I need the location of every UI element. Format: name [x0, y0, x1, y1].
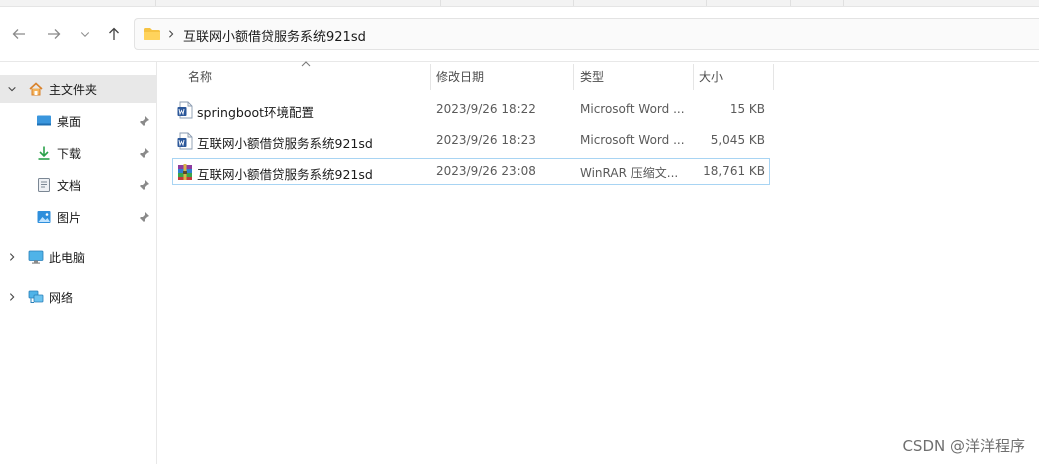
- sidebar-item-label: 文档: [57, 178, 82, 193]
- download-icon: [38, 146, 50, 160]
- sidebar-item-label: 图片: [57, 210, 82, 225]
- file-size: 18,761 KB: [703, 164, 765, 178]
- address-path-segment[interactable]: 互联网小额借贷服务系统921sd: [183, 26, 366, 45]
- pin-icon[interactable]: [138, 147, 150, 159]
- navigation-bar: 互联网小额借贷服务系统921sd: [0, 7, 1039, 62]
- file-size: 5,045 KB: [710, 133, 765, 147]
- recent-locations-button[interactable]: [75, 24, 95, 44]
- network-icon: [28, 290, 44, 303]
- home-icon: [29, 82, 43, 96]
- sidebar-item-downloads[interactable]: 下载: [0, 139, 156, 167]
- file-row[interactable]: 互联网小额借贷服务系统921sd 2023/9/26 23:08 WinRAR …: [172, 158, 770, 185]
- picture-icon: [37, 211, 51, 223]
- sidebar-item-label: 下载: [57, 146, 82, 161]
- chevron-right-icon[interactable]: [6, 291, 18, 303]
- sort-ascending-icon: [301, 61, 311, 67]
- file-row[interactable]: springboot环境配置 2023/9/26 18:22 Microsoft…: [172, 96, 770, 123]
- column-divider[interactable]: [573, 64, 574, 90]
- chevron-down-icon[interactable]: [6, 83, 18, 95]
- tab-separator: [440, 0, 441, 6]
- sidebar-item-pictures[interactable]: 图片: [0, 203, 156, 231]
- sidebar-item-this-pc[interactable]: 此电脑: [0, 243, 156, 271]
- sidebar-item-network[interactable]: 网络: [0, 283, 156, 311]
- tab-separator: [155, 0, 156, 6]
- up-button[interactable]: [104, 24, 124, 44]
- watermark: CSDN @洋洋程序: [902, 437, 1025, 455]
- arrow-left-icon: [12, 29, 25, 39]
- file-type: WinRAR 压缩文...: [580, 166, 679, 180]
- column-header-size[interactable]: 大小: [699, 62, 723, 90]
- file-name: 互联网小额借贷服务系统921sd: [197, 167, 373, 182]
- forward-button[interactable]: [44, 24, 64, 44]
- file-name: 互联网小额借贷服务系统921sd: [197, 136, 373, 151]
- column-divider[interactable]: [430, 64, 431, 90]
- chevron-right-icon[interactable]: [6, 251, 18, 263]
- navigation-pane: 主文件夹 桌面 下载 文档 图片 此电脑 网络: [0, 62, 157, 464]
- sidebar-item-label: 桌面: [57, 114, 82, 129]
- sidebar-item-home[interactable]: 主文件夹: [0, 75, 156, 103]
- file-type: Microsoft Word ...: [580, 102, 685, 116]
- word-document-icon: [177, 132, 193, 150]
- pin-icon[interactable]: [138, 211, 150, 223]
- tab-separator: [843, 0, 844, 6]
- arrow-right-icon: [48, 29, 61, 39]
- address-bar[interactable]: 互联网小额借贷服务系统921sd: [134, 18, 1039, 50]
- sidebar-item-label: 此电脑: [49, 250, 86, 265]
- sidebar-item-desktop[interactable]: 桌面: [0, 107, 156, 135]
- tab-strip: [0, 0, 1039, 7]
- tab-separator: [790, 0, 791, 6]
- file-date: 2023/9/26 18:22: [436, 102, 536, 116]
- word-document-icon: [177, 101, 193, 119]
- tab-separator: [706, 0, 707, 6]
- column-header-date[interactable]: 修改日期: [436, 62, 484, 90]
- column-header-type[interactable]: 类型: [580, 62, 604, 90]
- chevron-right-icon[interactable]: [167, 27, 177, 41]
- column-divider[interactable]: [693, 64, 694, 90]
- file-date: 2023/9/26 23:08: [436, 164, 536, 178]
- tab-separator: [573, 0, 574, 6]
- file-size: 15 KB: [729, 102, 765, 116]
- pin-icon[interactable]: [138, 179, 150, 191]
- file-row[interactable]: 互联网小额借贷服务系统921sd 2023/9/26 18:23 Microso…: [172, 127, 770, 154]
- document-icon: [38, 178, 50, 192]
- sidebar-item-documents[interactable]: 文档: [0, 171, 156, 199]
- chevron-down-icon: [80, 32, 90, 37]
- file-name: springboot环境配置: [197, 105, 315, 120]
- file-type: Microsoft Word ...: [580, 133, 685, 147]
- sidebar-item-label: 网络: [49, 290, 74, 305]
- arrow-up-icon: [109, 27, 119, 40]
- column-divider[interactable]: [773, 64, 774, 90]
- sidebar-item-label: 主文件夹: [49, 82, 98, 97]
- winrar-archive-icon: [178, 164, 192, 180]
- column-header-name[interactable]: 名称: [188, 62, 212, 90]
- computer-icon: [28, 250, 44, 264]
- pin-icon[interactable]: [138, 115, 150, 127]
- desktop-icon: [37, 115, 51, 126]
- column-header-row: 名称 修改日期 类型 大小: [157, 61, 1039, 90]
- folder-icon: [144, 28, 160, 40]
- back-button[interactable]: [9, 24, 29, 44]
- file-date: 2023/9/26 18:23: [436, 133, 536, 147]
